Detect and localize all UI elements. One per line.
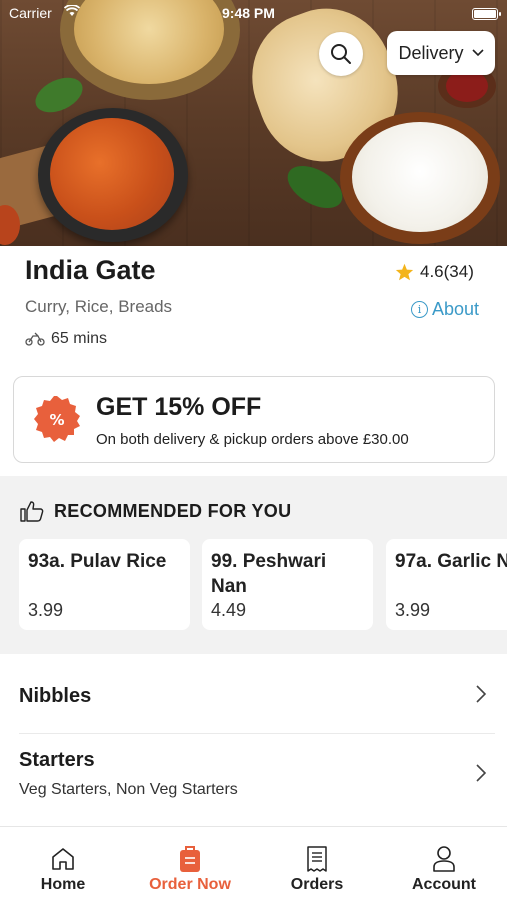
item-price: 3.99 bbox=[28, 600, 64, 620]
wifi-icon bbox=[63, 4, 81, 20]
about-link[interactable]: i About bbox=[411, 299, 479, 320]
delivery-mode-label: Delivery bbox=[398, 42, 464, 63]
cuisine-list: Curry, Rice, Breads bbox=[25, 297, 173, 316]
chevron-right-icon bbox=[476, 685, 487, 703]
category-subtitle: Veg Starters, Non Veg Starters bbox=[19, 781, 238, 798]
item-name: 97a. Garlic N bbox=[395, 551, 507, 572]
svg-text:%: % bbox=[49, 411, 64, 429]
recommended-item-card[interactable]: 97a. Garlic N 3.99 bbox=[386, 539, 507, 630]
about-label: About bbox=[432, 299, 480, 319]
status-bar: Carrier 9:48 PM bbox=[0, 0, 507, 28]
delivery-time: 65 mins bbox=[25, 330, 107, 348]
rating-value: 4.6(34) bbox=[420, 262, 474, 281]
offer-card[interactable]: % GET 15% OFF On both delivery & pickup … bbox=[13, 376, 495, 463]
tab-label: Orders bbox=[290, 876, 344, 893]
scooter-icon bbox=[25, 332, 45, 346]
hero-food-image bbox=[30, 70, 88, 120]
category-row-nibbles[interactable]: Nibbles bbox=[0, 654, 507, 734]
item-name: 93a. Pulav Rice bbox=[28, 551, 167, 572]
clock: 9:48 PM bbox=[222, 5, 275, 21]
item-price: 3.99 bbox=[395, 600, 431, 620]
hero-food-image bbox=[38, 108, 188, 242]
recommended-section[interactable]: RECOMMENDED FOR YOU 93a. Pulav Rice 3.99… bbox=[0, 476, 507, 654]
offer-description: On both delivery & pickup orders above £… bbox=[96, 431, 409, 448]
restaurant-name: India Gate bbox=[25, 255, 156, 285]
recommended-heading: RECOMMENDED FOR YOU bbox=[20, 500, 291, 522]
category-row-starters[interactable]: Starters Veg Starters, Non Veg Starters bbox=[0, 734, 507, 820]
order-bag-icon bbox=[175, 844, 205, 874]
thumbs-up-icon bbox=[20, 501, 44, 522]
category-title: Starters bbox=[19, 749, 95, 771]
info-icon: i bbox=[411, 301, 428, 318]
account-icon bbox=[429, 844, 459, 874]
star-icon bbox=[395, 263, 414, 281]
carrier-label: Carrier bbox=[9, 5, 52, 21]
battery-icon bbox=[472, 8, 501, 20]
chevron-down-icon bbox=[471, 49, 484, 57]
tab-orders[interactable]: Orders bbox=[254, 827, 380, 900]
delivery-time-value: 65 mins bbox=[51, 330, 108, 347]
hero-banner: Carrier 9:48 PM Delivery bbox=[0, 0, 507, 246]
home-icon bbox=[48, 844, 78, 874]
hero-food-image bbox=[280, 157, 350, 217]
tab-order-now[interactable]: Order Now bbox=[127, 827, 253, 900]
search-icon bbox=[331, 44, 351, 64]
bottom-tab-bar: Home Order Now Orders Account bbox=[0, 826, 507, 900]
discount-badge-icon: % bbox=[34, 396, 80, 442]
tab-label: Home bbox=[40, 876, 86, 893]
tab-account[interactable]: Account bbox=[381, 827, 507, 900]
item-price: 4.49 bbox=[211, 600, 247, 620]
hero-food-image bbox=[340, 112, 500, 244]
tab-home[interactable]: Home bbox=[0, 827, 126, 900]
delivery-mode-dropdown[interactable]: Delivery bbox=[387, 31, 495, 75]
item-name: 99. Peshwari bbox=[211, 551, 327, 572]
tab-label: Order Now bbox=[149, 876, 231, 893]
rating: 4.6(34) bbox=[395, 262, 474, 282]
item-name-line2: Nan bbox=[211, 576, 247, 597]
recommended-item-card[interactable]: 93a. Pulav Rice 3.99 bbox=[19, 539, 190, 630]
search-button[interactable] bbox=[319, 32, 363, 76]
category-title: Nibbles bbox=[19, 685, 92, 707]
offer-title: GET 15% OFF bbox=[96, 393, 262, 421]
chevron-right-icon bbox=[476, 764, 487, 782]
tab-label: Account bbox=[412, 876, 476, 893]
receipt-icon bbox=[302, 844, 332, 874]
recommended-heading-label: RECOMMENDED FOR YOU bbox=[54, 500, 292, 521]
recommended-item-card[interactable]: 99. Peshwari Nan 4.49 bbox=[202, 539, 373, 630]
